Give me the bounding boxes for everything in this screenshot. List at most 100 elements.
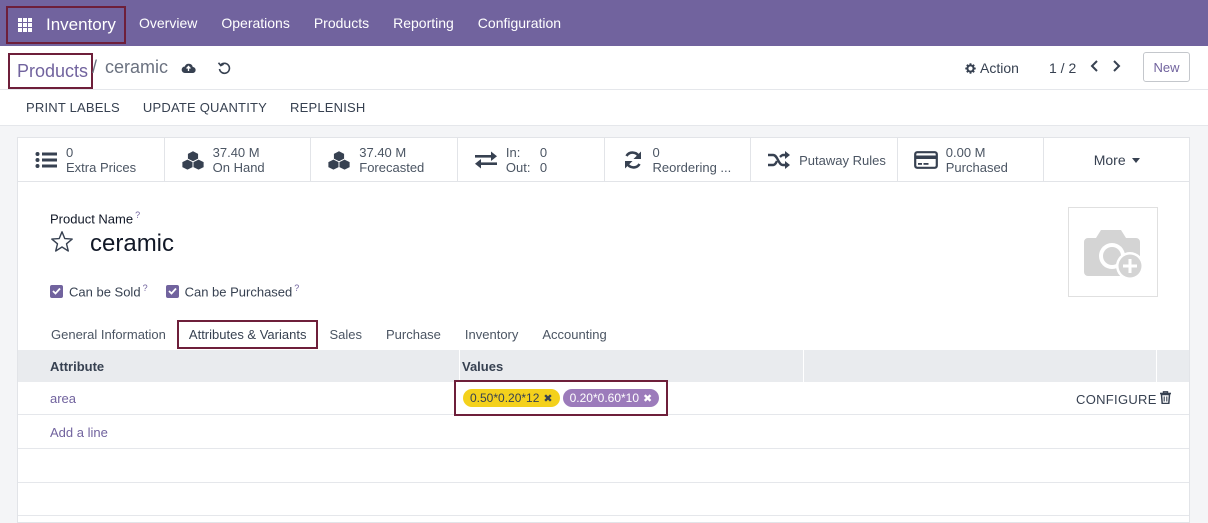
column-header-blank — [804, 350, 1157, 382]
product-name-label-text: Product Name — [50, 211, 134, 227]
breadcrumb-products-link[interactable]: Products — [8, 53, 93, 89]
replenish-button[interactable]: REPLENISH — [290, 100, 366, 115]
credit-card-icon — [913, 149, 938, 171]
attributes-table-header: Attribute Values — [18, 350, 1189, 382]
purchased-value: 0.00 M — [945, 145, 986, 160]
menu-products[interactable]: Products — [314, 15, 369, 31]
cloud-save-icon[interactable] — [179, 60, 197, 76]
gear-icon — [965, 62, 976, 74]
column-header-attribute[interactable]: Attribute — [18, 350, 460, 382]
reordering-value: 0 — [652, 145, 660, 160]
extra-prices-button[interactable]: 0 Extra Prices — [18, 138, 165, 182]
app-name: Inventory — [46, 15, 116, 34]
apps-grid-icon — [18, 18, 32, 32]
in-label: In: — [505, 145, 521, 160]
camera-add-icon — [1084, 230, 1144, 280]
remove-tag-icon[interactable]: ✖ — [643, 392, 652, 405]
product-name-label: Product Name? — [50, 210, 140, 226]
menu-reporting[interactable]: Reporting — [393, 15, 454, 31]
menu-configuration[interactable]: Configuration — [478, 15, 561, 31]
column-header-values[interactable]: Values — [460, 350, 804, 382]
action-label: Action — [980, 60, 1019, 76]
can-be-sold-checkbox[interactable] — [50, 284, 63, 298]
can-be-sold-text: Can be Sold — [69, 284, 141, 300]
new-button[interactable]: New — [1143, 52, 1190, 82]
empty-table-row — [18, 483, 1189, 516]
discard-undo-icon[interactable] — [215, 60, 233, 76]
add-line-row: Add a line — [18, 416, 1189, 449]
on-hand-label: On Hand — [212, 160, 265, 175]
product-name-field[interactable]: ceramic — [90, 230, 174, 258]
cubes-icon — [327, 149, 351, 171]
forecasted-value: 37.40 M — [359, 145, 407, 160]
tab-sales[interactable]: Sales — [329, 323, 362, 346]
tab-attributes-variants[interactable]: Attributes & Variants — [176, 319, 319, 349]
add-a-line-link[interactable]: Add a line — [18, 425, 108, 440]
value-tag-label: 0.20*0.60*10 — [569, 391, 640, 405]
exchange-icon — [474, 149, 498, 171]
help-tooltip-marker[interactable]: ? — [135, 210, 140, 220]
breadcrumb-current: ceramic — [105, 57, 169, 77]
help-tooltip-marker[interactable]: ? — [143, 283, 148, 293]
purchased-label: Purchased — [945, 160, 1008, 175]
app-menu-button[interactable]: Inventory — [6, 6, 126, 44]
in-value: 0 — [539, 145, 548, 160]
configure-button[interactable]: CONFIGURE — [1076, 392, 1157, 407]
update-quantity-button[interactable]: UPDATE QUANTITY — [143, 100, 267, 115]
can-be-sold-label: Can be Sold? — [69, 283, 148, 299]
tab-purchase[interactable]: Purchase — [386, 323, 441, 346]
star-favorite-icon[interactable] — [50, 230, 74, 254]
tab-accounting[interactable]: Accounting — [542, 323, 606, 346]
more-smart-buttons-dropdown[interactable]: More — [1044, 138, 1189, 182]
menu-operations[interactable]: Operations — [221, 15, 289, 31]
menu-overview[interactable]: Overview — [139, 15, 197, 31]
remove-tag-icon[interactable]: ✖ — [543, 392, 552, 405]
product-image-upload[interactable] — [1068, 207, 1158, 297]
can-be-purchased-text: Can be Purchased — [184, 284, 293, 300]
value-tag-label: 0.50*0.20*12 — [470, 391, 540, 405]
reordering-label: Reordering ... — [652, 160, 732, 175]
in-out-button[interactable]: In: 0 Out: 0 — [458, 138, 605, 182]
random-icon — [767, 149, 791, 171]
out-value: 0 — [539, 160, 548, 175]
help-tooltip-marker[interactable]: ? — [294, 283, 299, 293]
action-menu-button[interactable]: Action — [965, 60, 1019, 76]
purchased-button[interactable]: 0.00 M Purchased — [898, 138, 1045, 182]
trash-icon[interactable] — [1160, 391, 1172, 405]
value-tag: 0.50*0.20*12 ✖ — [463, 389, 560, 407]
print-labels-button[interactable]: PRINT LABELS — [26, 100, 120, 115]
pager-next-icon[interactable] — [1110, 58, 1122, 74]
putaway-rules-button[interactable]: Putaway Rules — [751, 138, 898, 182]
tab-inventory[interactable]: Inventory — [465, 323, 518, 346]
notebook-tabs: General Information Attributes & Variant… — [51, 319, 631, 349]
extra-prices-value: 0 — [66, 145, 74, 160]
pager-value[interactable]: 1 / 2 — [1049, 60, 1076, 76]
pager-previous-icon[interactable] — [1088, 58, 1100, 74]
refresh-icon — [621, 149, 645, 171]
on-hand-value: 37.40 M — [212, 145, 260, 160]
breadcrumb-separator: / — [92, 57, 98, 77]
can-be-purchased-label: Can be Purchased? — [185, 283, 300, 299]
cubes-icon — [181, 149, 205, 171]
checkbox-row: Can be Sold? Can be Purchased? — [50, 283, 317, 299]
forecasted-button[interactable]: 37.40 M Forecasted — [311, 138, 458, 182]
on-hand-button[interactable]: 37.40 M On Hand — [165, 138, 312, 182]
status-button-bar: PRINT LABELS UPDATE QUANTITY REPLENISH — [0, 90, 1208, 126]
main-menu: Overview Operations Products Reporting C… — [139, 0, 585, 46]
reordering-button[interactable]: 0 Reordering ... — [605, 138, 752, 182]
smart-buttons-row: 0 Extra Prices 37.40 M On Hand 37.40 M Fore… — [18, 138, 1189, 182]
values-tags-field[interactable]: 0.50*0.20*12 ✖ 0.20*0.60*10 ✖ — [454, 380, 668, 416]
putaway-rules-label: Putaway Rules — [799, 152, 886, 168]
attribute-cell[interactable]: area — [18, 391, 460, 406]
tab-general-information[interactable]: General Information — [51, 323, 166, 346]
more-label: More — [1093, 152, 1126, 168]
can-be-purchased-checkbox[interactable] — [165, 284, 179, 298]
table-row[interactable]: area 0.50*0.20*12 ✖ 0.20*0.60*10 ✖ CONFIGU… — [18, 380, 1189, 416]
list-icon — [34, 149, 58, 171]
empty-table-row — [18, 450, 1189, 483]
caret-down-icon — [1131, 157, 1140, 163]
top-navbar: Inventory Overview Operations Products R… — [0, 0, 1208, 46]
form-sheet: 0 Extra Prices 37.40 M On Hand 37.40 M Fore… — [17, 137, 1190, 523]
forecasted-label: Forecasted — [359, 160, 425, 175]
out-label: Out: — [505, 160, 531, 175]
